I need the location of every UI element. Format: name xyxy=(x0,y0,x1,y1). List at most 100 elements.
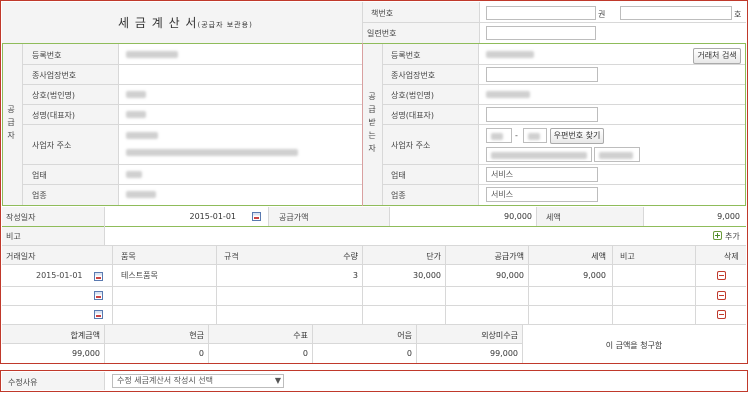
total-header-credit: 외상미수금 xyxy=(481,331,518,340)
side-char: 자 xyxy=(368,144,376,153)
book-kwon-input[interactable] xyxy=(486,6,596,20)
total-header-note: 어음 xyxy=(397,331,412,340)
col-header-item: 품목 xyxy=(121,252,136,261)
date-label: 작성일자 xyxy=(6,213,36,222)
divider xyxy=(23,64,362,65)
zip1-value xyxy=(491,133,503,140)
supplier-business-value xyxy=(126,171,142,178)
tax-value: 9,000 xyxy=(717,212,740,221)
supplier-company-value xyxy=(126,91,146,98)
receiver-address-label: 사업자 주소 xyxy=(391,141,431,150)
date-value: 2015-01-01 xyxy=(189,212,237,221)
address-value xyxy=(491,152,587,159)
receiver-reg-no-value xyxy=(486,51,534,58)
side-char: 공 xyxy=(7,105,15,114)
supplier-type-label: 업종 xyxy=(32,191,47,200)
calendar-icon[interactable] xyxy=(94,310,103,319)
divider xyxy=(208,325,209,363)
divider xyxy=(383,84,745,85)
side-char: 자 xyxy=(7,131,15,140)
add-plus-icon[interactable] xyxy=(713,231,722,240)
divider xyxy=(23,104,362,105)
calendar-icon[interactable] xyxy=(252,212,261,221)
delete-row-icon[interactable] xyxy=(717,271,726,280)
serial-input[interactable] xyxy=(486,26,596,40)
row-item[interactable]: 테스트품목 xyxy=(121,270,158,281)
delete-row-icon[interactable] xyxy=(717,291,726,300)
divider xyxy=(416,325,417,363)
divider xyxy=(479,2,480,43)
total-header-cash: 현금 xyxy=(189,331,204,340)
total-sum-value: 99,000 xyxy=(72,349,100,358)
divider xyxy=(612,246,613,324)
row-date[interactable]: 2015-01-01 xyxy=(36,271,83,280)
book-ho-input[interactable] xyxy=(620,6,732,20)
zip2-value xyxy=(528,133,540,140)
divider xyxy=(389,207,390,226)
receiver-company-value xyxy=(486,91,530,98)
supplier-reg-no-label: 등록번호 xyxy=(32,51,62,60)
receiver-zip2-input[interactable] xyxy=(523,128,547,143)
supplier-business-label: 업태 xyxy=(32,171,47,180)
receiver-branch-input[interactable] xyxy=(486,67,598,82)
side-char: 급 xyxy=(7,118,15,127)
calendar-icon[interactable] xyxy=(94,291,103,300)
receiver-business-input[interactable]: 서비스 xyxy=(486,167,598,182)
divider xyxy=(23,184,362,185)
supplier-reg-no-value xyxy=(126,51,178,58)
row-price[interactable]: 30,000 xyxy=(380,271,441,280)
receiver-business-label: 업태 xyxy=(391,171,406,180)
divider xyxy=(23,124,362,125)
supplier-side-label: 공 급 자 xyxy=(6,103,16,142)
supplier-address-value xyxy=(126,149,298,156)
page-title-main: 세 금 계 산 서 xyxy=(118,16,198,30)
divider xyxy=(643,207,644,226)
total-note-value: 0 xyxy=(406,349,412,358)
add-label[interactable]: 추가 xyxy=(725,231,740,242)
divider xyxy=(216,246,217,324)
zip-search-button[interactable]: 우편번호 찾기 xyxy=(550,128,604,144)
divider xyxy=(312,325,313,363)
page-title-sub: (공급자 보관용) xyxy=(197,21,253,29)
zip-dash: - xyxy=(515,131,518,140)
calendar-icon[interactable] xyxy=(94,272,103,281)
supplier-zip-value xyxy=(126,132,158,139)
revision-select[interactable]: 수정 세금계산서 작성시 선택 ▼ xyxy=(112,374,284,388)
claim-text: 이 금액을 청구함 xyxy=(605,341,663,350)
receiver-address-input[interactable] xyxy=(486,147,592,162)
customer-search-button[interactable]: 거래처 검색 xyxy=(693,48,741,64)
delete-row-icon[interactable] xyxy=(717,310,726,319)
total-credit-value: 99,000 xyxy=(490,349,518,358)
supplier-address-label: 사업자 주소 xyxy=(32,141,72,150)
receiver-name-input[interactable] xyxy=(486,107,598,122)
divider xyxy=(362,246,363,324)
receiver-side-label: 공 급 받 는 자 xyxy=(367,90,377,155)
serial-label: 일련번호 xyxy=(367,29,397,38)
divider xyxy=(363,22,746,23)
supplier-type-value xyxy=(126,191,156,198)
side-char: 받 xyxy=(368,118,376,127)
receiver-name-label: 성명(대표자) xyxy=(391,111,435,120)
divider xyxy=(528,246,529,324)
receiver-address-detail-input[interactable] xyxy=(594,147,640,162)
divider xyxy=(383,164,745,165)
divider xyxy=(104,207,105,245)
divider xyxy=(383,104,745,105)
col-header-date: 거래일자 xyxy=(6,252,36,261)
row-supply[interactable]: 90,000 xyxy=(460,271,524,280)
revision-select-value: 수정 세금계산서 작성시 선택 xyxy=(117,376,213,385)
book-kwon-unit: 권 xyxy=(598,10,606,19)
col-header-tax: 세액 xyxy=(591,252,606,261)
divider xyxy=(2,343,522,344)
divider xyxy=(112,246,113,324)
side-char: 급 xyxy=(368,105,376,114)
receiver-type-input[interactable]: 서비스 xyxy=(486,187,598,202)
row-tax[interactable]: 9,000 xyxy=(540,271,606,280)
divider xyxy=(695,246,696,324)
tax-label: 세액 xyxy=(546,213,561,222)
receiver-zip1-input[interactable] xyxy=(486,128,512,143)
divider xyxy=(2,264,746,265)
page-title: 세 금 계 산 서(공급자 보관용) xyxy=(118,14,253,31)
row-qty[interactable]: 3 xyxy=(300,271,358,280)
col-header-price: 단가 xyxy=(426,252,441,261)
